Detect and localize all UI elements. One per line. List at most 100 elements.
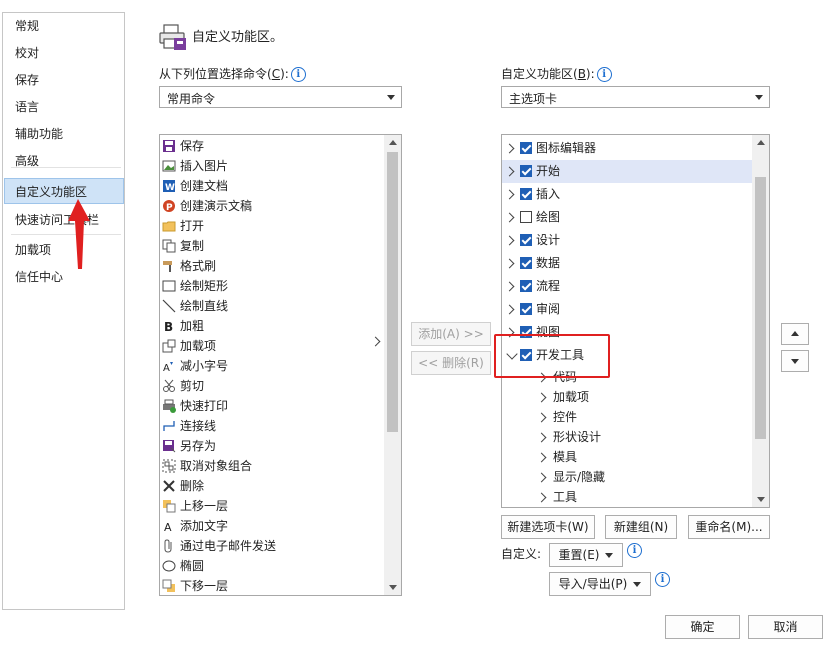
checkbox[interactable] [520,188,532,200]
nav-item-7[interactable]: 快速访问工具栏 [3,207,124,233]
new-tab-button[interactable]: 新建选项卡(W) [501,515,595,539]
scroll-down-arrow[interactable] [384,579,401,595]
line-icon [162,299,176,313]
red-arrow-icon [68,199,90,269]
copy-icon [162,239,176,253]
ribbon-tree[interactable]: 图标编辑器 开始 插入 绘图 设计 数据 流程 审阅 视图 开发工具 代码 加载项 控件 形状设计 模具 显示… [501,134,770,508]
chevron-right-icon[interactable] [504,189,515,200]
ribbon-tab-item[interactable]: 设计 [502,229,752,252]
svg-text:A: A [164,521,172,533]
import-export-button[interactable]: 导入/导出(P) [549,572,651,596]
chevron-right-icon[interactable] [504,281,515,292]
remove-button[interactable]: << 删除(R) [411,351,491,375]
move-up-button[interactable] [781,323,809,345]
chevron-right-icon[interactable] [536,472,547,483]
connector-icon [162,419,176,433]
ribbon-tab-item[interactable]: 审阅 [502,298,752,321]
customize-ribbon-icon [158,21,188,51]
ribbon-tab-label: 流程 [536,279,561,293]
ellipse-icon [162,559,176,573]
command-label: 创建演示文稿 [180,199,253,213]
customizations-label: 自定义: [501,547,542,561]
scroll-thumb[interactable] [755,177,766,439]
chevron-right-icon[interactable] [504,212,515,223]
command-label: 下移一层 [180,579,229,593]
choose-commands-dropdown[interactable]: 常用命令 [159,86,402,108]
ribbon-group-label: 控件 [553,410,578,424]
rename-button[interactable]: 重命名(M)... [688,515,770,539]
ok-button[interactable]: 确定 [665,615,740,639]
chevron-right-icon[interactable] [536,452,547,463]
nav-item-8[interactable]: 加载项 [3,237,124,263]
commands-list[interactable]: 保存 插入图片 W 创建文档 P 创建演示文稿 打开 复制 格式刷 绘制矩形 绘制直线 B 加粗 加载项 A… [159,134,402,596]
ribbon-tab-item[interactable]: 数据 [502,252,752,275]
command-label: 连接线 [180,419,217,433]
cancel-button[interactable]: 取消 [748,615,823,639]
info-icon[interactable]: i [596,67,612,82]
checkbox[interactable] [520,142,532,154]
chevron-right-icon[interactable] [504,143,515,154]
info-icon[interactable]: i [627,543,642,558]
commands-scrollbar[interactable] [384,135,401,595]
ribbon-group-label: 形状设计 [553,430,602,444]
nav-item-1[interactable]: 校对 [3,40,124,66]
ribbon-tab-item[interactable]: 流程 [502,275,752,298]
save-icon [162,139,176,153]
checkbox[interactable] [520,234,532,246]
nav-item-6[interactable]: 自定义功能区 [4,178,124,204]
ribbon-tab-item[interactable]: 图标编辑器 [502,137,752,160]
addin-icon [162,339,176,353]
scroll-up-arrow[interactable] [384,135,401,151]
checkbox[interactable] [520,257,532,269]
ribbon-tab-item[interactable]: 开始 [502,160,752,183]
checkbox[interactable] [520,211,532,223]
nav-item-0[interactable]: 常规 [3,13,124,39]
ribbon-tab-item[interactable]: 插入 [502,183,752,206]
nav-item-2[interactable]: 保存 [3,67,124,93]
add-button[interactable]: 添加(A) >> [411,322,491,346]
chevron-right-icon[interactable] [504,258,515,269]
ribbon-scrollbar[interactable] [752,135,769,507]
chevron-right-icon[interactable] [536,412,547,423]
command-label: 保存 [180,139,205,153]
chevron-right-icon[interactable] [504,304,515,315]
save-as-icon [162,439,176,453]
new-group-button[interactable]: 新建组(N) [605,515,677,539]
command-label: 减小字号 [180,359,229,373]
chevron-down-icon [755,95,763,100]
send-backward-icon [162,579,176,593]
chevron-right-icon[interactable] [536,432,547,443]
command-label: 剪切 [180,379,205,393]
choose-commands-label: 从下列位置选择命令(C): i [159,65,306,82]
nav-item-5[interactable]: 高级 [3,148,124,174]
move-down-button[interactable] [781,350,809,372]
chevron-right-icon[interactable] [504,235,515,246]
checkbox[interactable] [520,280,532,292]
delete-icon [162,479,176,493]
ribbon-tab-label: 图标编辑器 [536,141,597,155]
scroll-thumb[interactable] [387,152,398,432]
scroll-up-arrow[interactable] [752,135,769,151]
command-label: 加载项 [180,339,217,353]
chevron-right-icon[interactable] [536,492,547,503]
command-label: 添加文字 [180,519,229,533]
chevron-right-icon[interactable] [536,392,547,403]
ribbon-tab-item[interactable]: 绘图 [502,206,752,229]
chevron-right-icon[interactable] [504,166,515,177]
nav-item-9[interactable]: 信任中心 [3,264,124,290]
info-icon[interactable]: i [290,67,306,82]
checkbox[interactable] [520,165,532,177]
command-label: 快速打印 [180,399,229,413]
svg-text:P: P [166,203,173,213]
svg-text:W: W [165,183,175,193]
info-icon[interactable]: i [655,572,670,587]
scroll-down-arrow[interactable] [752,491,769,507]
nav-item-4[interactable]: 辅助功能 [3,121,124,147]
chevron-right-icon[interactable] [370,336,381,347]
ribbon-tabs-dropdown[interactable]: 主选项卡 [501,86,770,108]
nav-item-3[interactable]: 语言 [3,94,124,120]
command-label: 创建文档 [180,179,229,193]
checkbox[interactable] [520,303,532,315]
powerpoint-icon: P [162,199,176,213]
reset-button[interactable]: 重置(E) [549,543,623,567]
